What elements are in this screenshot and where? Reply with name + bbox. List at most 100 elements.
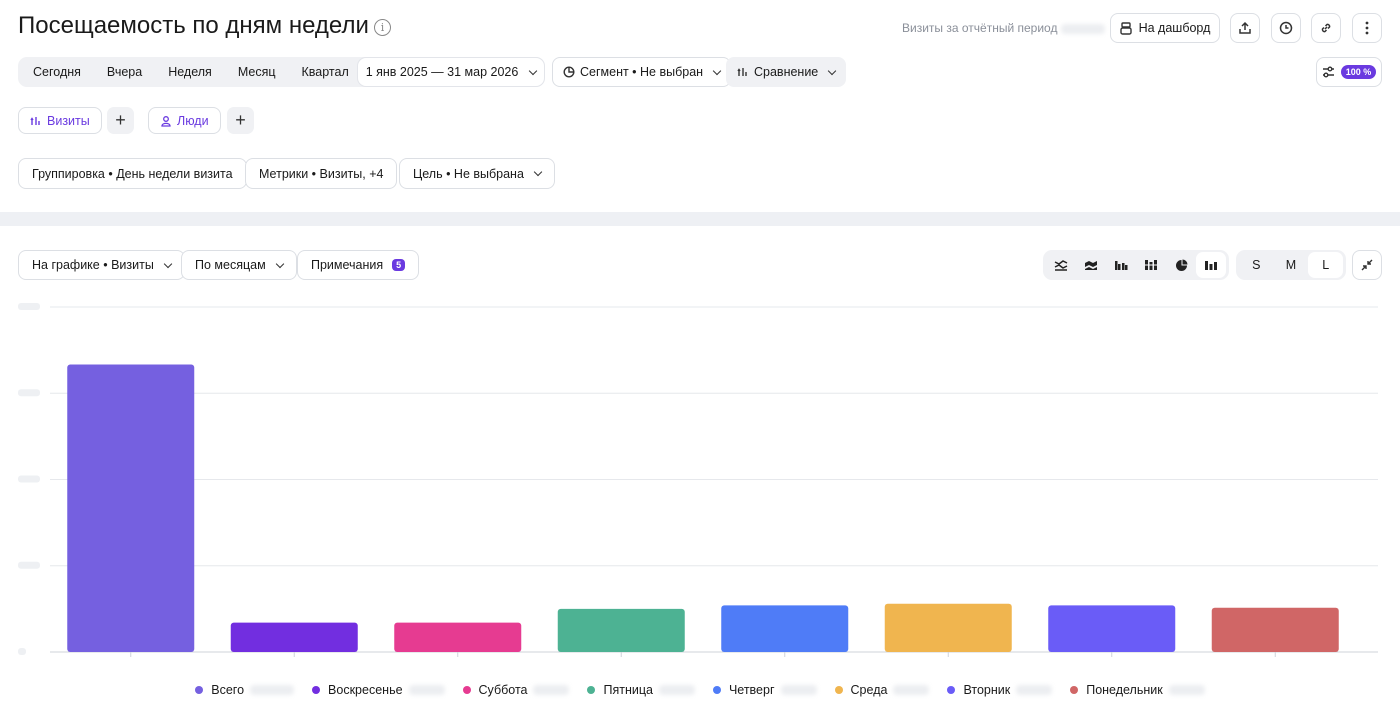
pie-segment-icon: [563, 66, 575, 78]
legend-label: Пятница: [603, 683, 653, 697]
section-divider: [0, 212, 1400, 226]
legend-dot: [712, 686, 721, 694]
bar-2[interactable]: [230, 622, 358, 652]
comparison-dropdown[interactable]: Сравнение: [726, 57, 847, 87]
legend-label: Среда: [850, 683, 888, 697]
legend-dot: [1070, 686, 1079, 694]
legend-label: Суббота: [478, 683, 528, 697]
line-chart-icon: [1054, 260, 1068, 271]
period-tab-month[interactable]: Месяц: [225, 57, 289, 87]
y-tick-label-blurred: [18, 303, 40, 310]
bar-6[interactable]: [884, 603, 1012, 652]
sampling-badge: 100 %: [1340, 65, 1377, 79]
chart-metric-label: На графике • Визиты: [32, 258, 154, 272]
page-title: Посещаемость по дням недели: [18, 12, 369, 39]
people-chip-label: Люди: [177, 113, 209, 128]
more-button[interactable]: [1352, 13, 1382, 43]
bar-4[interactable]: [557, 608, 685, 652]
legend-label: Четверг: [728, 683, 775, 697]
legend-item[interactable]: Понедельник: [1070, 683, 1205, 697]
add-visits-metric-button[interactable]: +: [107, 107, 134, 134]
legend-dot: [587, 686, 596, 694]
bar-7[interactable]: [1048, 605, 1176, 652]
upload-icon: [1239, 21, 1251, 34]
detail-dropdown[interactable]: По месяцам: [181, 250, 297, 280]
y-tick-label-blurred: [18, 561, 40, 569]
legend-dot: [462, 686, 471, 694]
legend-value-blurred: [780, 685, 817, 695]
legend-value-blurred: [1168, 685, 1205, 695]
chart-type-grouped-bar[interactable]: [1106, 252, 1136, 278]
metrics-button[interactable]: Метрики • Визиты, +4: [245, 158, 398, 189]
dashboard-button[interactable]: На дашборд: [1110, 13, 1220, 43]
bar-1[interactable]: [67, 364, 195, 653]
chart-type-line[interactable]: [1046, 252, 1076, 278]
visits-period-text: Визиты за отчётный период: [902, 21, 1058, 35]
goal-dropdown[interactable]: Цель • Не выбрана: [399, 158, 555, 189]
segment-dropdown[interactable]: Сегмент • Не выбран: [552, 57, 732, 87]
chevron-down-icon: [712, 66, 722, 75]
detail-label: По месяцам: [195, 258, 266, 272]
chart-type-pie[interactable]: [1166, 252, 1196, 278]
dashboard-icon: [1119, 21, 1132, 35]
collapse-chart-button[interactable]: [1352, 250, 1382, 280]
comparison-icon: [737, 68, 747, 76]
legend-value-blurred: [658, 685, 695, 695]
visits-chip[interactable]: Визиты: [18, 107, 102, 134]
size-m-button[interactable]: M: [1274, 252, 1309, 278]
copy-link-button[interactable]: [1311, 13, 1341, 43]
period-selector: Сегодня Вчера Неделя Месяц Квартал 1 янв…: [18, 57, 545, 87]
grouped-bar-icon: [1115, 261, 1128, 270]
size-s-button[interactable]: S: [1239, 252, 1274, 278]
legend-item[interactable]: Всего: [195, 683, 295, 697]
metrics-label: Метрики • Визиты, +4: [259, 166, 384, 181]
chart-type-area[interactable]: [1076, 252, 1106, 278]
period-tab-today[interactable]: Сегодня: [18, 57, 94, 87]
history-button[interactable]: [1271, 13, 1301, 43]
comparison-label: Сравнение: [754, 65, 819, 79]
chevron-down-icon: [163, 259, 173, 268]
bar-5[interactable]: [721, 605, 849, 652]
date-range-picker[interactable]: 1 янв 2025 — 31 мар 2026: [358, 58, 544, 86]
stacked-bar-icon: [1145, 260, 1157, 270]
legend-value-blurred: [893, 685, 930, 695]
chart-type-stacked-bar[interactable]: [1136, 252, 1166, 278]
add-people-metric-button[interactable]: +: [227, 107, 254, 134]
legend-item[interactable]: Четверг: [712, 683, 817, 697]
grouping-label: Группировка • День недели визита: [32, 166, 233, 181]
period-tab-quarter[interactable]: Квартал: [289, 57, 362, 87]
info-icon[interactable]: i: [374, 19, 391, 36]
legend-item[interactable]: Воскресенье: [312, 683, 445, 697]
legend-item[interactable]: Среда: [834, 683, 930, 697]
export-button[interactable]: [1230, 13, 1260, 43]
size-l-button[interactable]: L: [1308, 252, 1344, 278]
bar-3[interactable]: [394, 622, 522, 652]
collapse-icon: [1361, 259, 1373, 271]
legend-item[interactable]: Вторник: [947, 683, 1053, 697]
legend-label: Вторник: [963, 683, 1011, 697]
legend-dot: [195, 686, 204, 694]
grouping-button[interactable]: Группировка • День недели визита: [18, 158, 247, 189]
notes-label: Примечания: [311, 258, 384, 272]
goal-label: Цель • Не выбрана: [413, 166, 524, 181]
bar-8[interactable]: [1211, 607, 1339, 652]
legend-value-blurred: [1016, 685, 1053, 695]
notes-count-badge: 5: [392, 259, 406, 271]
visits-icon: [30, 116, 40, 125]
more-vertical-icon: [1365, 21, 1369, 35]
period-tab-week[interactable]: Неделя: [155, 57, 225, 87]
legend-item[interactable]: Суббота: [462, 683, 570, 697]
legend-item[interactable]: Пятница: [587, 683, 695, 697]
chevron-down-icon: [529, 66, 538, 75]
chart-type-bar[interactable]: [1196, 252, 1226, 278]
chevron-down-icon: [533, 167, 543, 177]
legend-dot: [312, 686, 321, 694]
notes-button[interactable]: Примечания 5: [297, 250, 420, 280]
sampling-settings-button[interactable]: 100 %: [1316, 57, 1382, 87]
y-tick-label-blurred: [18, 389, 40, 397]
chart-metric-dropdown[interactable]: На графике • Визиты: [18, 250, 185, 280]
period-tab-yesterday[interactable]: Вчера: [94, 57, 155, 87]
sliders-icon: [1322, 66, 1334, 78]
people-chip[interactable]: Люди: [148, 107, 221, 134]
legend-value-blurred: [408, 685, 445, 695]
